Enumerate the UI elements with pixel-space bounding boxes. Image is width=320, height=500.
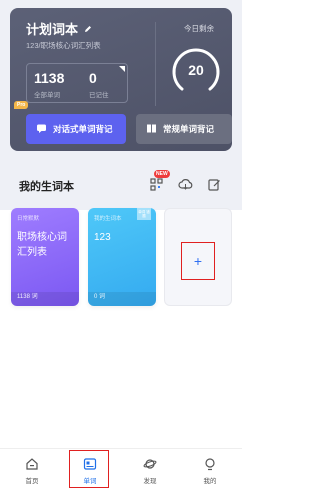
cloud-sync-icon[interactable] [175, 174, 195, 194]
plan-subtitle: 123/职场核心词汇列表 [26, 41, 101, 50]
highlight-box [69, 450, 109, 488]
normal-study-label: 常规单词背记 [163, 124, 215, 134]
notebook-name: 职场核心词汇列表 [17, 232, 67, 258]
tab-discover-label: 发现 [143, 478, 157, 485]
notebook-count: 0 词 [94, 294, 106, 300]
remembered-label: 已记住 [89, 92, 109, 99]
today-remaining-label: 今日剩余 [184, 24, 214, 33]
notebook-name: 123 [94, 232, 111, 243]
tab-profile[interactable]: 我的 [190, 457, 230, 485]
notebook-count: 1138 词 [17, 294, 38, 300]
add-notebook-button[interactable]: + [181, 242, 215, 280]
plan-title-row[interactable]: 计划词本 [26, 19, 92, 38]
corner-mark [119, 66, 125, 72]
edit-note-icon[interactable] [204, 174, 224, 194]
bottom-tab-bar: 首页 单词 发现 我的 [0, 448, 242, 500]
remembered-value: 0 [89, 70, 97, 86]
tab-profile-label: 我的 [203, 478, 217, 485]
planet-icon [143, 459, 157, 469]
tab-home[interactable]: 首页 [12, 457, 52, 485]
total-words-label: 全部单词 [34, 92, 60, 99]
notebook-card-123[interactable]: 我的生词本 单词 错题 123 0 词 [88, 208, 156, 306]
dialog-study-button[interactable]: 对话式单词背记 [26, 114, 126, 144]
tab-home-label: 首页 [25, 478, 39, 485]
normal-study-button[interactable]: 常规单词背记 [136, 114, 232, 144]
today-remaining-value: 20 [188, 62, 204, 78]
notebook-ribbon: 单词 错题 [137, 208, 151, 220]
book-open-icon [146, 123, 157, 136]
add-notebook-card[interactable]: + [164, 208, 232, 306]
new-badge: NEW [154, 170, 170, 178]
total-words-stat: 1138 全部单词 [34, 71, 64, 99]
notebook-tag: 我的生词本 [94, 216, 122, 222]
pro-badge: Pro [14, 101, 29, 109]
tab-discover[interactable]: 发现 [130, 457, 170, 485]
chat-icon [36, 123, 47, 136]
total-words-value: 1138 [34, 70, 65, 86]
profile-icon [205, 458, 215, 471]
dialog-study-label: 对话式单词背记 [53, 124, 113, 134]
plan-title: 计划词本 [26, 22, 79, 37]
plan-card[interactable]: 计划词本 123/职场核心词汇列表 1138 全部单词 0 已记住 今日剩余 2… [10, 8, 232, 151]
pencil-icon[interactable] [84, 25, 92, 33]
notebook-tag: 日常默默 [17, 216, 40, 222]
remembered-stat: 0 已记住 [89, 71, 109, 99]
notebook-card-workplace[interactable]: 日常默默 职场核心词汇列表 1138 词 [11, 208, 79, 306]
card-divider [155, 22, 156, 106]
home-icon [26, 458, 38, 470]
stats-box: 1138 全部单词 0 已记住 [26, 63, 128, 103]
notebooks-section-title: 我的生词本 [19, 181, 74, 193]
